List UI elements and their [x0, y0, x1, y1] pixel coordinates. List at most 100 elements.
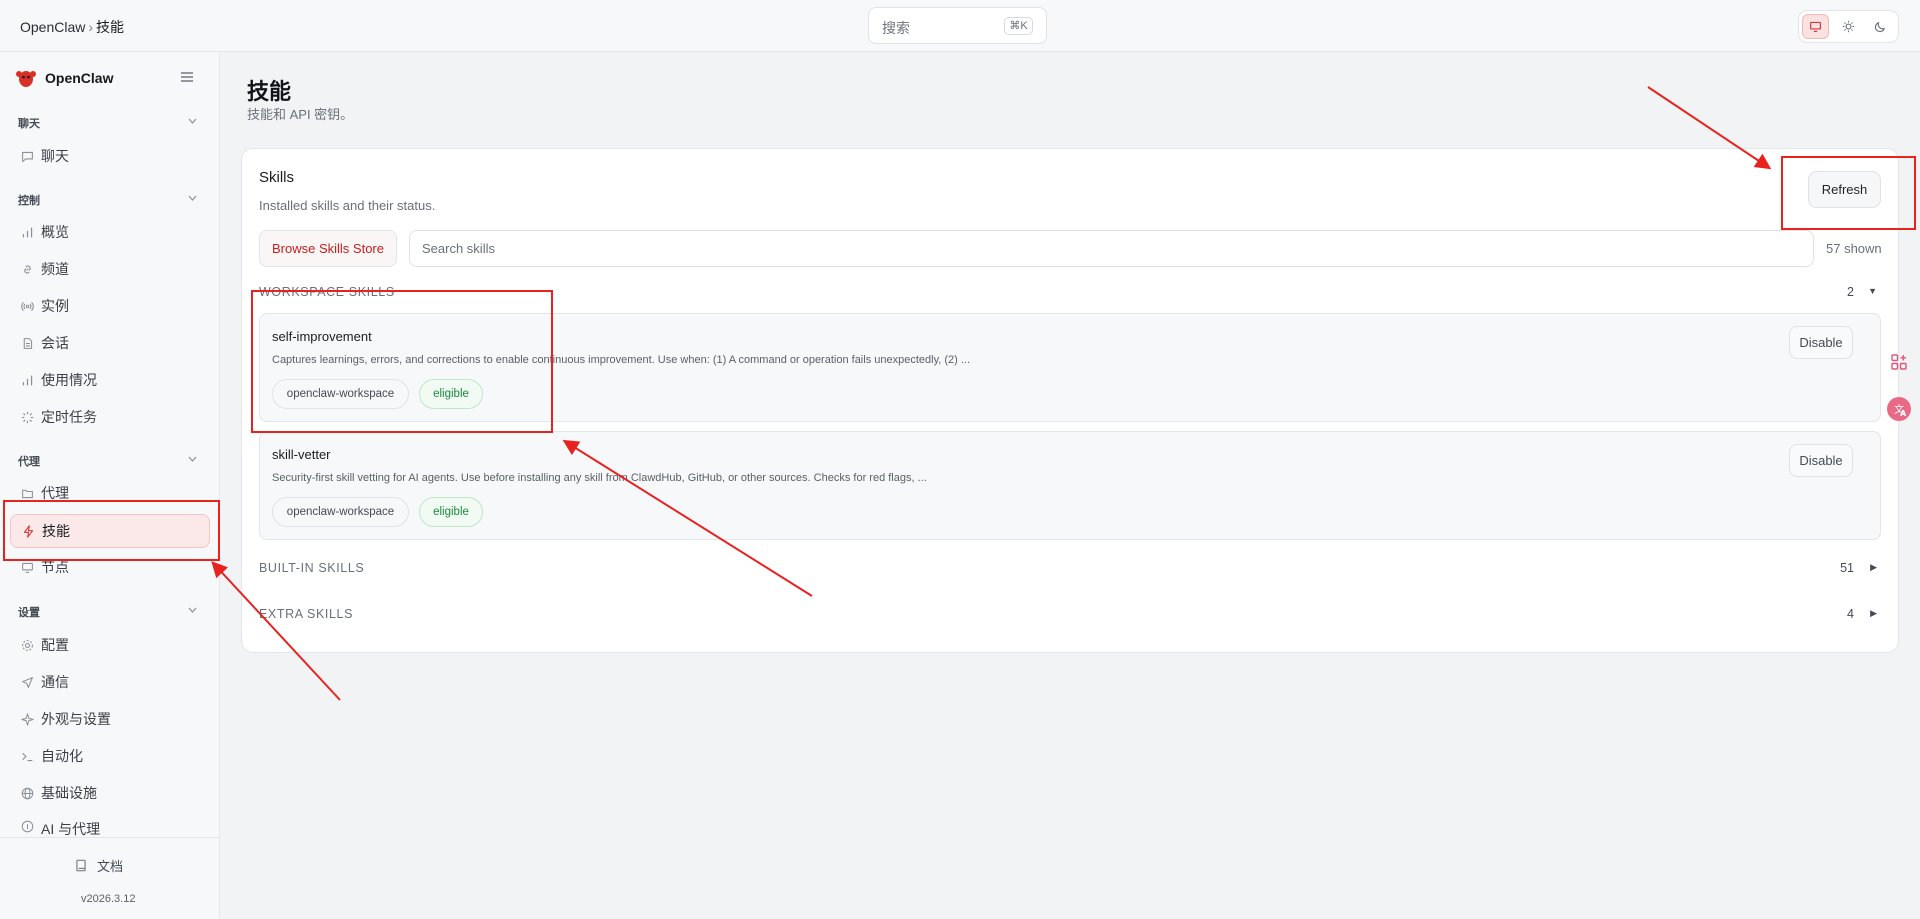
book-icon [76, 859, 86, 872]
version-label: v2026.3.12 [81, 893, 136, 905]
section-count: 51 [1840, 561, 1854, 575]
lobster-logo-icon [16, 71, 36, 87]
breadcrumb-current: 技能 [96, 19, 125, 35]
chevron-down-icon[interactable] [188, 456, 197, 462]
folder-icon [21, 489, 33, 498]
section-header-extra[interactable]: EXTRA SKILLS 4 ▶ [259, 605, 1881, 625]
skills-card-title: Skills [259, 169, 295, 186]
nav-group-control[interactable]: 控制 [18, 192, 40, 208]
theme-light-button[interactable] [1835, 14, 1862, 39]
sidebar-item-usage[interactable]: 使用情况 [10, 363, 210, 397]
globe-icon [21, 787, 33, 799]
caret-right-icon: ▶ [1870, 608, 1877, 618]
menu-icon [181, 72, 193, 82]
nav-group-settings[interactable]: 设置 [18, 604, 40, 620]
nav-group-chat[interactable]: 聊天 [18, 115, 40, 131]
chevron-down-icon[interactable] [188, 118, 197, 124]
sidebar-item-label: 实例 [41, 298, 69, 314]
info-circle-icon [21, 820, 33, 832]
link-icon [23, 264, 31, 274]
sidebar-item-infrastructure[interactable]: 基础设施 [10, 776, 210, 810]
disable-skill-button[interactable]: Disable [1789, 444, 1853, 477]
chevron-down-icon[interactable] [188, 607, 197, 613]
section-title: BUILT-IN SKILLS [259, 561, 365, 575]
terminal-icon [21, 752, 32, 761]
apps-add-icon [1890, 354, 1907, 370]
section-header-builtin[interactable]: BUILT-IN SKILLS 51 ▶ [259, 559, 1881, 579]
search-shortcut-badge: ⌘K [1004, 17, 1033, 35]
sidebar-item-appearance[interactable]: 外观与设置 [10, 702, 210, 736]
sidebar-footer: 文档 v2026.3.12 [0, 837, 220, 919]
disable-skill-button[interactable]: Disable [1789, 326, 1853, 359]
breadcrumb: OpenClaw › 技能 [20, 17, 124, 37]
gear-icon [21, 639, 33, 651]
section-title: EXTRA SKILLS [259, 607, 354, 621]
send-icon [21, 676, 33, 688]
sidebar-item-label: 自动化 [41, 748, 83, 764]
sidebar-item-label: 聊天 [41, 148, 69, 164]
global-search[interactable]: 搜索 ⌘K [868, 7, 1047, 44]
theme-switcher [1798, 10, 1899, 43]
sidebar-item-label: 通信 [41, 674, 69, 690]
annotation-box-workspace-skill [251, 290, 553, 433]
section-count: 2 [1847, 285, 1854, 299]
sidebar-item-label: AI 与代理 [41, 821, 101, 837]
collapse-sidebar-button[interactable] [180, 70, 194, 86]
chevron-down-icon[interactable] [188, 195, 197, 201]
annotation-box-skills-nav [3, 500, 220, 561]
sparkle-icon [20, 712, 34, 726]
theme-dark-button[interactable] [1867, 14, 1894, 39]
brand[interactable]: OpenClaw [15, 67, 113, 89]
sidebar-item-automation[interactable]: 自动化 [10, 739, 210, 773]
floating-apps-button[interactable] [1880, 345, 1917, 379]
global-search-placeholder: 搜索 [882, 20, 910, 36]
sidebar-item-communication[interactable]: 通信 [10, 665, 210, 699]
theme-system-button[interactable] [1802, 14, 1829, 39]
nav-group-agents[interactable]: 代理 [18, 453, 40, 469]
docs-label: 文档 [97, 859, 124, 874]
annotation-box-refresh [1781, 156, 1916, 230]
floating-translate-button[interactable]: 文A [1880, 392, 1917, 426]
sidebar-item-label: 概览 [41, 224, 69, 240]
skill-status-badge: eligible [419, 497, 483, 527]
sidebar-item-label: 外观与设置 [41, 711, 111, 727]
sidebar-item-sessions[interactable]: 会话 [10, 326, 210, 360]
browse-skills-store-button[interactable]: Browse Skills Store [259, 230, 397, 267]
caret-down-icon: ▼ [1868, 286, 1877, 296]
sun-icon [1842, 20, 1855, 33]
sidebar-item-label: 使用情况 [41, 372, 97, 388]
sidebar-item-channels[interactable]: 频道 [10, 252, 210, 286]
sidebar-item-label: 会话 [41, 335, 69, 351]
monitor-icon [1810, 21, 1821, 32]
bar-chart-icon [22, 227, 32, 237]
spinner-icon [21, 411, 33, 423]
sidebar: OpenClaw 聊天 聊天 控制 概览 频道 实例 会话 使用情况 定时任务 … [0, 52, 220, 919]
broadcast-icon [20, 301, 34, 311]
sidebar-item-config[interactable]: 配置 [10, 628, 210, 662]
page-subtitle: 技能和 API 密钥。 [247, 107, 354, 122]
skill-description: Security-first skill vetting for AI agen… [272, 472, 927, 484]
top-bar: OpenClaw › 技能 搜索 ⌘K [0, 0, 1920, 52]
skill-row: skill-vetter Security-first skill vettin… [259, 431, 1881, 540]
sidebar-item-label: 频道 [41, 261, 69, 277]
sidebar-item-overview[interactable]: 概览 [10, 215, 210, 249]
svg-text:A: A [1900, 409, 1907, 418]
sidebar-item-cron[interactable]: 定时任务 [10, 400, 210, 434]
translate-icon: 文A [1886, 397, 1911, 421]
search-skills-input[interactable] [409, 230, 1814, 267]
breadcrumb-root[interactable]: OpenClaw [20, 19, 85, 35]
sidebar-item-label: 配置 [41, 637, 69, 653]
sidebar-item-ai-agents[interactable]: AI 与代理 [10, 813, 210, 839]
bar-chart-icon [22, 375, 32, 385]
section-count: 4 [1847, 607, 1854, 621]
sidebar-item-instances[interactable]: 实例 [10, 289, 210, 323]
skill-source-badge: openclaw-workspace [272, 497, 409, 527]
chat-bubble-icon [21, 151, 33, 162]
document-icon [23, 337, 32, 349]
sidebar-item-chat[interactable]: 聊天 [10, 139, 210, 173]
skill-name: skill-vetter [272, 447, 331, 462]
monitor-icon [21, 562, 33, 573]
docs-link[interactable]: 文档 [75, 856, 123, 875]
sidebar-item-label: 基础设施 [41, 785, 97, 801]
brand-name: OpenClaw [45, 70, 114, 86]
